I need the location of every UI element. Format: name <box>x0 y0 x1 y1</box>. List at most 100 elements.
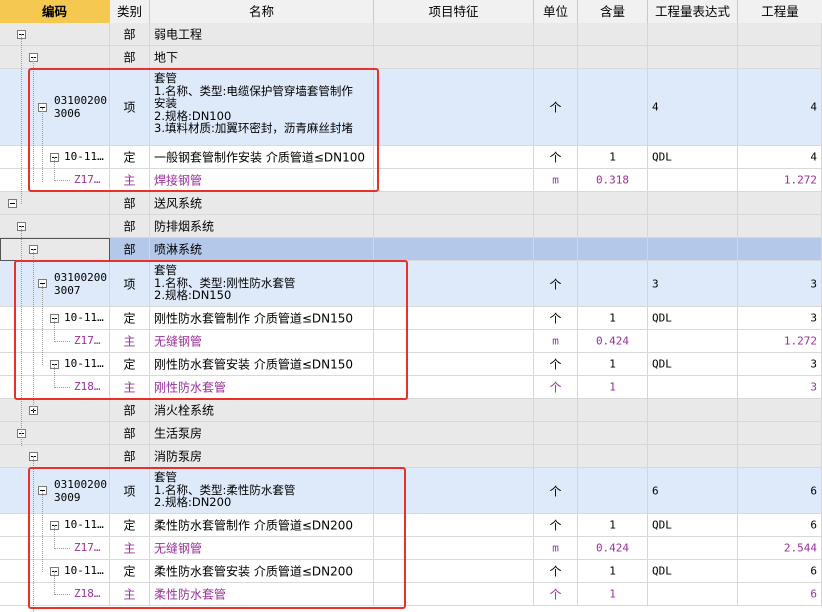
content-cell: 0.318 <box>595 173 630 187</box>
name-cell: 刚性防水套管安装 介质管道≤DN150 <box>154 357 353 372</box>
name-cell: 无缝钢管 <box>154 541 203 556</box>
code-cell <box>0 445 110 467</box>
table-row[interactable]: 部 生活泵房 <box>0 422 822 445</box>
code-line-1: 03100200 <box>54 270 107 284</box>
qty-cell: 6 <box>810 518 817 532</box>
code-cell <box>0 215 110 237</box>
col-header-content[interactable]: 含量 <box>578 0 648 23</box>
tree-line <box>33 57 34 182</box>
content-cell: 0.424 <box>595 541 630 555</box>
col-header-type[interactable]: 类别 <box>110 0 150 23</box>
code-text: Z17… <box>74 173 101 186</box>
table-row[interactable]: Z18… 主 柔性防水套管 个 1 6 <box>0 583 822 606</box>
code-cell: 10-11… <box>0 146 110 168</box>
qty-cell: 3 <box>810 357 817 371</box>
name-cell: 消防泵房 <box>154 449 203 464</box>
name-cell: 地下 <box>154 50 179 65</box>
type-cell: 部 <box>123 219 136 234</box>
content-cell: 1 <box>609 311 616 325</box>
type-cell: 部 <box>123 403 136 418</box>
name-cell: 柔性防水套管 <box>154 587 227 602</box>
code-line-1: 03100200 <box>54 94 107 107</box>
content-cell: 1 <box>609 357 616 371</box>
table-row[interactable]: 部 地下 <box>0 46 822 69</box>
collapse-icon[interactable] <box>8 199 17 208</box>
type-cell: 主 <box>123 587 136 602</box>
table-row[interactable]: Z18… 主 刚性防水套管 个 1 3 <box>0 376 822 399</box>
unit-cell: 个 <box>549 150 562 165</box>
code-text: 10-11… <box>64 357 104 370</box>
table-row[interactable]: 部 弱电工程 <box>0 23 822 46</box>
type-cell: 部 <box>123 242 136 257</box>
code-line-2: 3007 <box>54 283 81 297</box>
tree-line <box>54 525 55 549</box>
unit-cell: 个 <box>549 311 562 326</box>
table-row[interactable]: Z17… 主 无缝钢管 m 0.424 2.544 <box>0 537 822 560</box>
type-cell: 定 <box>123 357 136 372</box>
name-line: 2.规格:DN150 <box>154 288 232 302</box>
table-row[interactable]: Z17… 主 焊接钢管 m 0.318 1.272 <box>0 169 822 192</box>
col-header-qty[interactable]: 工程量 <box>738 0 822 23</box>
name-cell: 一般钢套管制作安装 介质管道≤DN100 <box>154 150 365 165</box>
table-row[interactable]: 部 消火栓系统 <box>0 399 822 422</box>
name-line: 3.填料材质:加翼环密封，沥青麻丝封堵 <box>154 121 353 135</box>
table-row[interactable]: 10-11… 定 柔性防水套管制作 介质管道≤DN200 个 1 QDL 6 <box>0 514 822 537</box>
tree-line <box>54 341 70 342</box>
name-cell: 弱电工程 <box>154 27 203 42</box>
tree-line <box>54 387 70 388</box>
unit-cell: m <box>552 173 559 187</box>
table-row[interactable]: Z17… 主 无缝钢管 m 0.424 1.272 <box>0 330 822 353</box>
name-cell: 刚性防水套管制作 介质管道≤DN150 <box>154 311 353 326</box>
name-line: 套管 <box>154 263 177 277</box>
table-row[interactable]: 10-11… 定 刚性防水套管安装 介质管道≤DN150 个 1 QDL 3 <box>0 353 822 376</box>
code-text: 10-11… <box>64 150 104 163</box>
table-row[interactable]: 03100200 3006 项 套管 1.名称、类型:电缆保护管穿墙套管制作 安… <box>0 69 822 146</box>
name-cell: 焊接钢管 <box>154 173 203 188</box>
type-cell: 定 <box>123 150 136 165</box>
name-cell: 柔性防水套管制作 介质管道≤DN200 <box>154 518 353 533</box>
col-header-unit[interactable]: 单位 <box>534 0 578 23</box>
expr-cell: 3 <box>652 277 659 290</box>
code-cell: 10-11… <box>0 560 110 582</box>
table-row-selected[interactable]: 部 喷淋系统 <box>0 238 822 261</box>
tree-line <box>54 180 70 181</box>
table-row[interactable]: 10-11… 定 柔性防水套管安装 介质管道≤DN200 个 1 QDL 6 <box>0 560 822 583</box>
grid-header: 编码 类别 名称 项目特征 单位 含量 工程量表达式 工程量 <box>0 0 822 24</box>
col-header-code[interactable]: 编码 <box>0 0 110 23</box>
table-row[interactable]: 部 消防泵房 <box>0 445 822 468</box>
unit-cell: 个 <box>549 380 562 395</box>
type-cell: 项 <box>123 484 136 498</box>
col-header-expr[interactable]: 工程量表达式 <box>648 0 738 23</box>
code-cell <box>0 399 110 421</box>
table-row[interactable]: 03100200 3007 项 套管 1.名称、类型:刚性防水套管 2.规格:D… <box>0 261 822 307</box>
col-header-feature[interactable]: 项目特征 <box>374 0 534 23</box>
qty-cell: 4 <box>810 100 817 114</box>
tree-line <box>54 157 55 181</box>
code-line-2: 3006 <box>54 107 81 120</box>
name-cell: 喷淋系统 <box>154 242 203 257</box>
unit-cell: 个 <box>549 564 562 579</box>
name-cell: 无缝钢管 <box>154 334 203 349</box>
unit-cell: 个 <box>549 518 562 533</box>
name-cell-multiline: 套管 1.名称、类型:刚性防水套管 2.规格:DN150 <box>154 264 295 302</box>
code-cell: 03100200 3007 <box>0 261 110 306</box>
code-cell: 10-11… <box>0 353 110 375</box>
qty-cell: 4 <box>810 150 817 164</box>
name-line: 套管 <box>154 71 177 85</box>
type-cell: 项 <box>123 100 136 115</box>
expr-cell: QDL <box>652 311 672 325</box>
table-row[interactable]: 部 防排烟系统 <box>0 215 822 238</box>
unit-cell: m <box>552 334 559 348</box>
name-line: 套管 <box>154 470 177 484</box>
content-cell: 0.424 <box>595 334 630 348</box>
col-header-name[interactable]: 名称 <box>150 0 374 23</box>
tree-line <box>21 34 22 204</box>
tree-line <box>54 594 70 595</box>
table-row[interactable]: 03100200 3009 项 套管 1.名称、类型:柔性防水套管 2.规格:D… <box>0 468 822 514</box>
table-row[interactable]: 部 送风系统 <box>0 192 822 215</box>
code-cell <box>0 422 110 444</box>
content-cell: 1 <box>609 587 616 601</box>
qty-cell: 3 <box>810 277 817 290</box>
table-row[interactable]: 10-11… 定 刚性防水套管制作 介质管道≤DN150 个 1 QDL 3 <box>0 307 822 330</box>
table-row[interactable]: 10-11… 定 一般钢套管制作安装 介质管道≤DN100 个 1 QDL 4 <box>0 146 822 169</box>
